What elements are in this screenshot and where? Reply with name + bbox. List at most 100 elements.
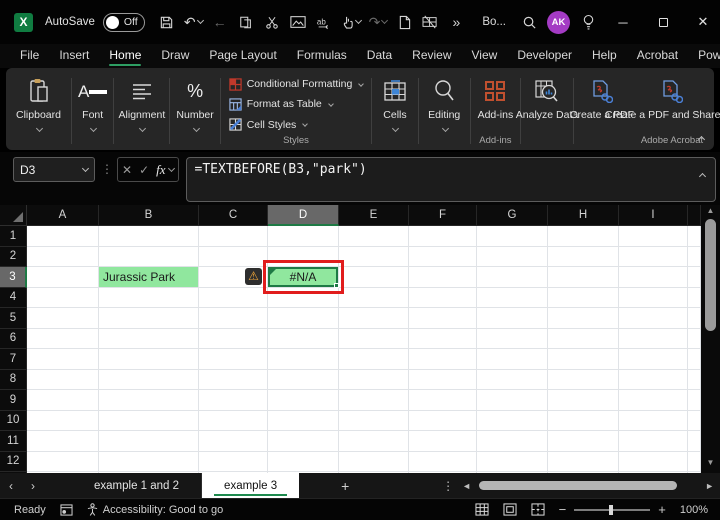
cell-e7[interactable]	[339, 349, 409, 370]
menu-tab-insert[interactable]: Insert	[49, 45, 99, 67]
font-group[interactable]: A Font	[72, 72, 113, 150]
cancel-button[interactable]: ✕	[122, 163, 132, 177]
column-header-f[interactable]: F	[409, 205, 477, 226]
cell-b3[interactable]: Jurassic Park	[99, 267, 199, 288]
enter-button[interactable]: ✓	[139, 163, 149, 177]
paste-picture-button[interactable]	[286, 9, 310, 35]
column-header-e[interactable]: E	[339, 205, 409, 226]
zoom-out-button[interactable]: −	[559, 502, 567, 517]
tips-button[interactable]	[576, 9, 600, 35]
name-box[interactable]: D3	[13, 157, 95, 182]
cell-e5[interactable]	[339, 308, 409, 329]
cell-e1[interactable]	[339, 226, 409, 247]
new-file-button[interactable]	[392, 9, 416, 35]
cell-d3[interactable]: #N/A	[268, 267, 339, 288]
analyze-data-group[interactable]: Analyze Data	[516, 72, 578, 150]
cell-d1[interactable]	[268, 226, 339, 247]
copy-button[interactable]	[234, 9, 258, 35]
cell-i2[interactable]	[619, 246, 688, 267]
cell-a7[interactable]	[27, 349, 99, 370]
cell-a12[interactable]	[27, 451, 99, 472]
scroll-right-arrow-icon[interactable]: ►	[705, 481, 714, 491]
cell-f11[interactable]	[409, 431, 477, 452]
cell-e3[interactable]	[339, 267, 409, 288]
cell-h3[interactable]	[548, 267, 619, 288]
autosave-toggle[interactable]: Off	[102, 12, 145, 32]
cell-b4[interactable]	[99, 287, 199, 308]
cell-h4[interactable]	[548, 287, 619, 308]
scroll-left-arrow-icon[interactable]: ◄	[462, 481, 471, 491]
cell-c7[interactable]	[199, 349, 268, 370]
cell-styles-button[interactable]: Cell Styles	[229, 115, 364, 135]
cell-c6[interactable]	[199, 328, 268, 349]
cell-e12[interactable]	[339, 451, 409, 472]
select-all-button[interactable]	[0, 205, 27, 226]
cell-d10[interactable]	[268, 410, 339, 431]
row-header-6[interactable]: 6	[0, 328, 27, 349]
cell-a11[interactable]	[27, 431, 99, 452]
draw-table-button[interactable]	[418, 9, 442, 35]
page-break-preview-button[interactable]	[531, 503, 545, 516]
cell-f4[interactable]	[409, 287, 477, 308]
cell-a9[interactable]	[27, 390, 99, 411]
menu-tab-home[interactable]: Home	[99, 45, 151, 67]
menu-tab-formulas[interactable]: Formulas	[287, 45, 357, 67]
cell-h6[interactable]	[548, 328, 619, 349]
cell-g2[interactable]	[477, 246, 548, 267]
scroll-down-arrow-icon[interactable]: ▼	[707, 457, 715, 469]
cell-d4[interactable]	[268, 287, 339, 308]
cell-d11[interactable]	[268, 431, 339, 452]
back-button[interactable]: ←	[208, 9, 232, 35]
cell-i12[interactable]	[619, 451, 688, 472]
column-header-h[interactable]: H	[548, 205, 619, 226]
row-header-8[interactable]: 8	[0, 369, 27, 390]
cell-b10[interactable]	[99, 410, 199, 431]
menu-tab-developer[interactable]: Developer	[507, 45, 582, 67]
column-header-b[interactable]: B	[99, 205, 199, 226]
menu-tab-file[interactable]: File	[10, 45, 49, 67]
menu-tab-draw[interactable]: Draw	[151, 45, 199, 67]
cell-e4[interactable]	[339, 287, 409, 308]
menu-tab-page-layout[interactable]: Page Layout	[199, 45, 286, 67]
normal-view-button[interactable]	[475, 503, 489, 516]
cell-d5[interactable]	[268, 308, 339, 329]
addins-group[interactable]: Add-ins Add-ins	[471, 72, 520, 150]
cell-b8[interactable]	[99, 369, 199, 390]
cell-i8[interactable]	[619, 369, 688, 390]
cell-g9[interactable]	[477, 390, 548, 411]
cell-d9[interactable]	[268, 390, 339, 411]
page-layout-view-button[interactable]	[503, 503, 517, 516]
cell-b12[interactable]	[99, 451, 199, 472]
column-header-c[interactable]: C	[199, 205, 268, 226]
cell-g6[interactable]	[477, 328, 548, 349]
horizontal-scrollbar-thumb[interactable]	[479, 481, 678, 490]
cell-h7[interactable]	[548, 349, 619, 370]
cell-e8[interactable]	[339, 369, 409, 390]
editing-group[interactable]: Editing	[419, 72, 470, 150]
cell-g4[interactable]	[477, 287, 548, 308]
error-options-button[interactable]: ⚠	[245, 268, 262, 286]
cell-g11[interactable]	[477, 431, 548, 452]
cell-d8[interactable]	[268, 369, 339, 390]
undo-button[interactable]: ↶	[181, 9, 206, 35]
cell-a5[interactable]	[27, 308, 99, 329]
scroll-up-arrow-icon[interactable]: ▲	[707, 205, 715, 217]
cell-c3[interactable]: ⚠	[199, 267, 268, 288]
cut-button[interactable]	[260, 9, 284, 35]
cell-f12[interactable]	[409, 451, 477, 472]
cell-i3[interactable]	[619, 267, 688, 288]
cell-e10[interactable]	[339, 410, 409, 431]
menu-tab-power-pivot[interactable]: Power Pivot	[688, 45, 720, 67]
cell-c5[interactable]	[199, 308, 268, 329]
alignment-group[interactable]: Alignment	[114, 72, 169, 150]
row-header-3[interactable]: 3	[0, 267, 27, 288]
cell-f6[interactable]	[409, 328, 477, 349]
menu-tab-acrobat[interactable]: Acrobat	[627, 45, 688, 67]
cell-h11[interactable]	[548, 431, 619, 452]
cell-e9[interactable]	[339, 390, 409, 411]
cell-c9[interactable]	[199, 390, 268, 411]
cell-c4[interactable]	[199, 287, 268, 308]
row-header-4[interactable]: 4	[0, 287, 27, 308]
cell-b5[interactable]	[99, 308, 199, 329]
more-sheets-button[interactable]: ⋮	[442, 479, 454, 493]
